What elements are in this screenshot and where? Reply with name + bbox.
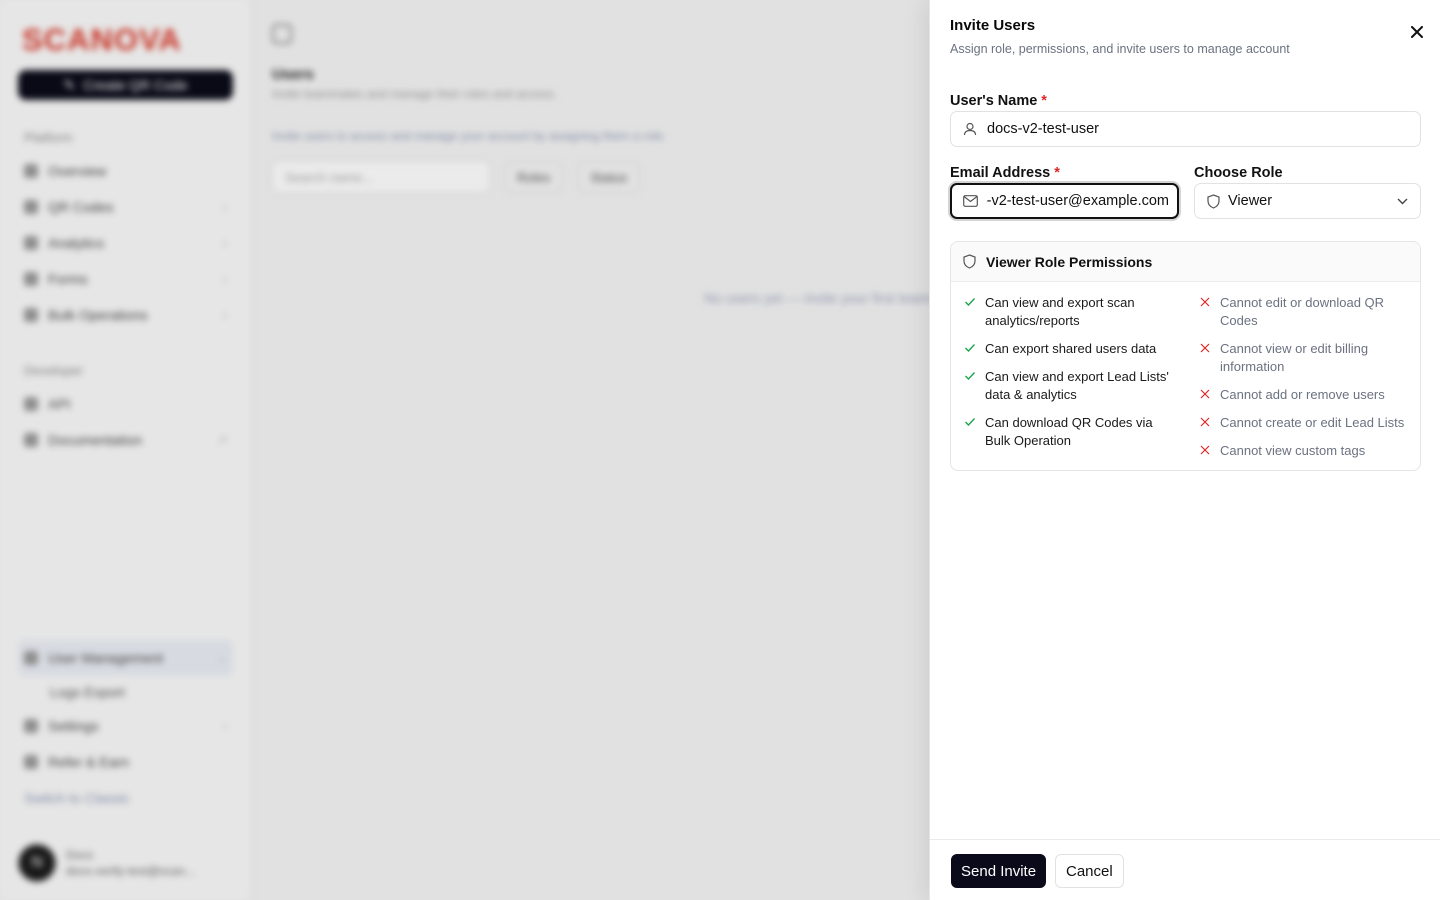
allowed-permission: Can view and export scan analytics/repor…: [964, 294, 1179, 330]
denied-permission: Cannot add or remove users: [1199, 386, 1414, 404]
denied-permission: Cannot edit or download QR Codes: [1199, 294, 1414, 330]
cancel-button[interactable]: Cancel: [1055, 854, 1124, 888]
mail-icon: [963, 195, 978, 207]
permissions-title: Viewer Role Permissions: [986, 253, 1153, 270]
permission-text: Cannot view custom tags: [1220, 443, 1366, 458]
required-mark: *: [1054, 165, 1060, 181]
role-select[interactable]: Viewer: [1194, 183, 1421, 219]
x-icon: [1200, 445, 1210, 455]
permission-text: Cannot add or remove users: [1220, 387, 1385, 402]
users-name-value: docs-v2-test-user: [987, 121, 1100, 137]
email-scroll-area: docs-v2-test-user@example.com: [986, 185, 1169, 217]
send-invite-button[interactable]: Send Invite: [951, 854, 1047, 888]
permission-text: Cannot view or edit billing information: [1220, 341, 1369, 374]
x-icon: [1200, 343, 1210, 353]
allowed-permission: Can export shared users data: [964, 340, 1179, 358]
shield-icon: [1207, 193, 1220, 209]
email-field[interactable]: docs-v2-test-user@example.com: [950, 183, 1179, 219]
drawer-title: Invite Users: [950, 17, 1036, 34]
permissions-header: Viewer Role Permissions: [951, 242, 1420, 282]
drawer-footer: Send Invite Cancel: [930, 839, 1440, 900]
permission-text: Cannot edit or download QR Codes: [1220, 295, 1385, 328]
role-permissions-card: Viewer Role Permissions Can view and exp…: [950, 241, 1421, 471]
close-icon: [1411, 26, 1423, 38]
denied-permissions-list: Cannot edit or download QR Codes Cannot …: [1199, 294, 1414, 470]
denied-permission: Cannot create or edit Lead Lists: [1199, 414, 1414, 432]
permission-text: Can view and export Lead Lists' data & a…: [985, 369, 1169, 402]
allowed-permissions-list: Can view and export scan analytics/repor…: [964, 294, 1179, 460]
check-icon: [965, 298, 975, 306]
role-select-value: Viewer: [1228, 193, 1273, 209]
users-name-label-text: User's Name: [950, 93, 1038, 109]
denied-permission: Cannot view custom tags: [1199, 442, 1414, 460]
choose-role-label: Choose Role: [1194, 165, 1283, 181]
shield-icon: [963, 254, 976, 269]
x-icon: [1200, 417, 1210, 427]
x-icon: [1200, 297, 1210, 307]
user-icon: [963, 122, 977, 136]
users-name-field[interactable]: docs-v2-test-user: [950, 111, 1421, 147]
drawer-header: Invite Users Assign role, permissions, a…: [950, 17, 1420, 56]
invite-users-drawer: Invite Users Assign role, permissions, a…: [929, 0, 1440, 900]
check-icon: [965, 418, 975, 426]
drawer-subtitle: Assign role, permissions, and invite use…: [950, 42, 1290, 56]
users-name-label: User's Name *: [950, 93, 1047, 109]
chevron-down-icon: [1397, 198, 1408, 204]
email-address-label-text: Email Address: [950, 165, 1051, 181]
email-value: docs-v2-test-user@example.com: [986, 193, 1169, 209]
permission-text: Can download QR Codes via Bulk Operation: [985, 415, 1153, 448]
allowed-permission: Can download QR Codes via Bulk Operation: [964, 414, 1179, 450]
denied-permission: Cannot view or edit billing information: [1199, 340, 1414, 376]
required-mark: *: [1041, 93, 1047, 109]
permission-text: Can view and export scan analytics/repor…: [985, 295, 1135, 328]
permission-text: Can export shared users data: [985, 341, 1157, 356]
check-icon: [965, 344, 975, 352]
permission-text: Cannot create or edit Lead Lists: [1220, 415, 1405, 430]
email-address-label: Email Address *: [950, 165, 1060, 181]
x-icon: [1200, 389, 1210, 399]
check-icon: [965, 372, 975, 380]
allowed-permission: Can view and export Lead Lists' data & a…: [964, 368, 1179, 404]
close-button[interactable]: [1406, 21, 1428, 43]
